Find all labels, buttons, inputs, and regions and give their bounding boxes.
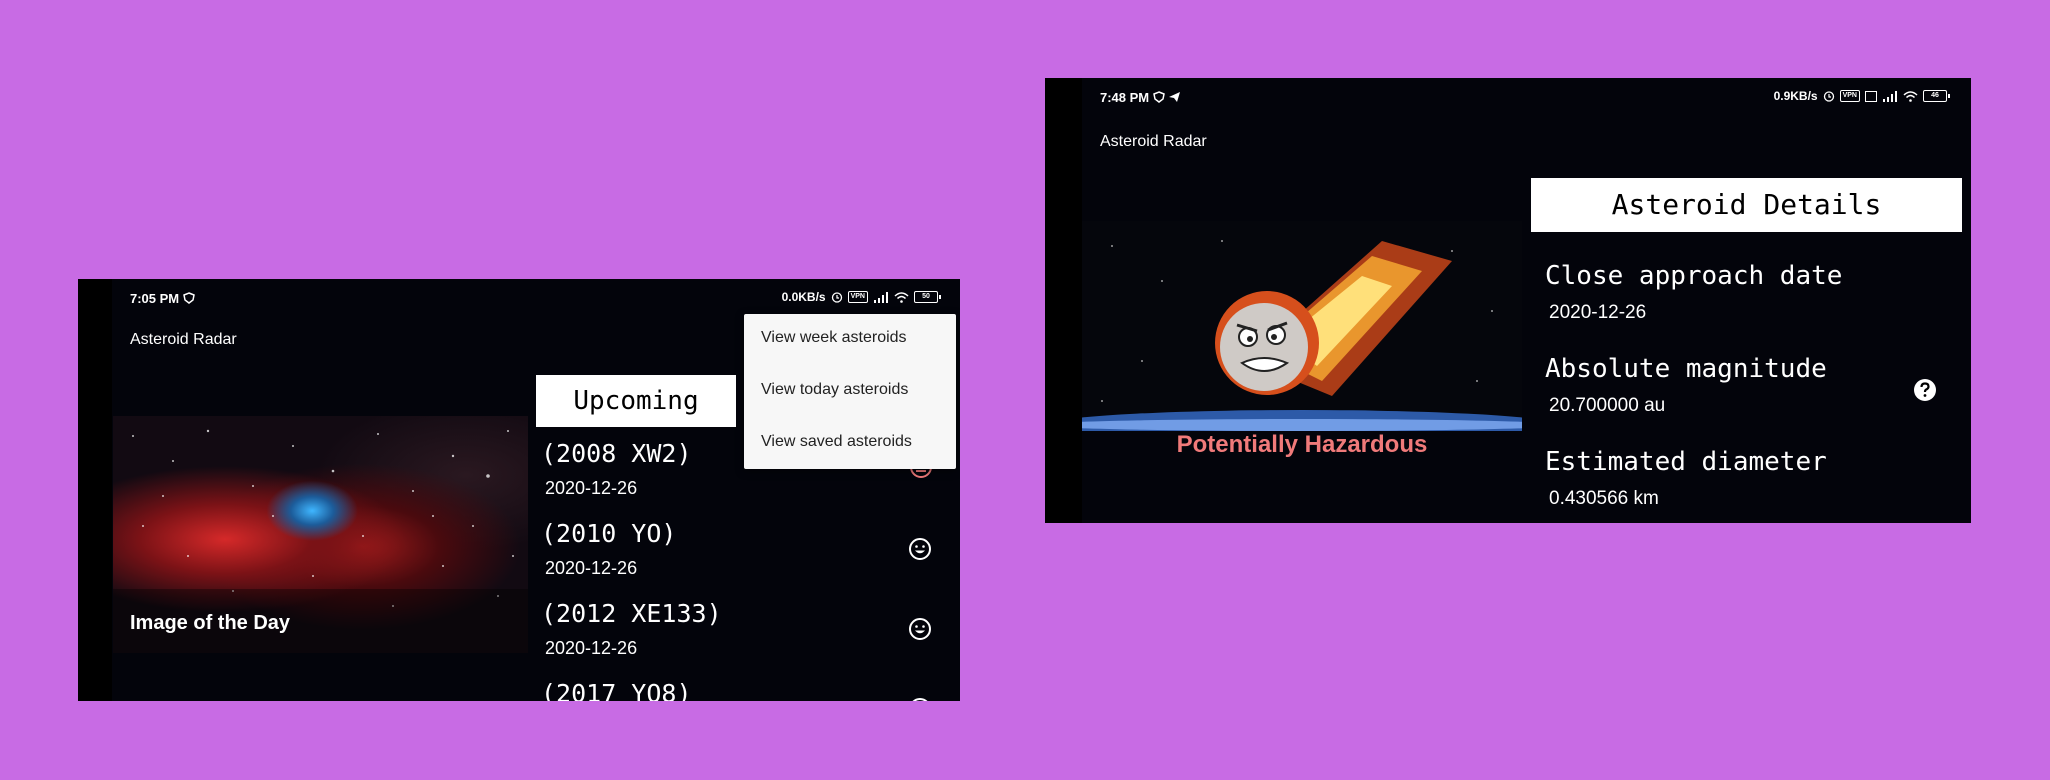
shield-icon <box>182 292 195 304</box>
signal-icon <box>1883 90 1897 102</box>
vpn-badge: VPN <box>1839 90 1860 102</box>
details-header: Asteroid Details <box>1531 178 1962 232</box>
menu-item-view-today[interactable]: View today asteroids <box>761 381 908 399</box>
overflow-menu: View week asteroids View today asteroids… <box>744 314 956 469</box>
status-time: 7:48 PM <box>1100 90 1181 105</box>
help-icon[interactable] <box>1913 378 1937 402</box>
smiley-face-icon <box>912 698 928 701</box>
navigation-strip <box>78 279 112 701</box>
shield-icon <box>1152 91 1165 103</box>
app-title: Asteroid Radar <box>130 331 237 348</box>
status-time: 7:05 PM <box>130 291 195 306</box>
menu-item-view-saved[interactable]: View saved asteroids <box>761 433 912 451</box>
smiley-face-icon <box>909 538 931 560</box>
hazard-label: Potentially Hazardous <box>1176 431 1428 458</box>
flaming-asteroid-illustration <box>1045 221 1562 506</box>
telegram-icon <box>1169 92 1181 102</box>
vpn-badge: VPN <box>847 291 868 303</box>
menu-item-view-week[interactable]: View week asteroids <box>761 329 907 347</box>
alarm-icon <box>831 292 842 303</box>
battery-icon: 46 <box>1923 90 1950 102</box>
app-title: Asteroid Radar <box>1100 133 1207 150</box>
detail-value: 2020-12-26 <box>1549 302 1647 323</box>
status-indicators: 0.9KB/s VPN 46 <box>1773 89 1950 103</box>
detail-label: Close approach date <box>1545 261 1843 291</box>
wifi-icon <box>1903 90 1918 102</box>
battery-icon: 50 <box>914 291 941 303</box>
asteroid-name: (2008 XW2) <box>541 439 692 468</box>
image-caption: Image of the Day <box>130 612 291 634</box>
list-header: Upcoming <box>536 375 736 427</box>
asteroid-list-screen: 7:05 PM 0.0KB/s VPN 50 Asteroid Radar Im… <box>78 279 960 701</box>
asteroid-name: (2010 YO) <box>541 519 677 548</box>
asteroid-details-screen: 7:48 PM 0.9KB/s VPN 46 Asteroid Radar Po… <box>1045 78 1971 523</box>
detail-label: Estimated diameter <box>1545 447 1827 477</box>
signal-icon <box>874 291 888 303</box>
navigation-strip <box>1045 78 1082 523</box>
hazard-image: Potentially Hazardous <box>1045 221 1562 506</box>
smiley-face-icon <box>909 618 931 640</box>
detail-label: Absolute magnitude <box>1545 354 1827 384</box>
alarm-icon <box>1823 91 1834 102</box>
approach-date: 2020-12-26 <box>545 638 638 658</box>
wifi-icon <box>894 291 909 303</box>
asteroid-name: (2012 XE133) <box>541 599 722 628</box>
hd-icon <box>1865 90 1877 102</box>
status-indicators: 0.0KB/s VPN 50 <box>781 290 941 304</box>
approach-date: 2020-12-26 <box>545 558 638 578</box>
approach-date: 2020-12-26 <box>545 478 638 498</box>
detail-value: 20.700000 au <box>1549 395 1666 416</box>
image-of-the-day[interactable]: Image of the Day <box>113 416 528 653</box>
detail-value: 0.430566 km <box>1549 488 1659 509</box>
asteroid-name: (2017 YO8) <box>541 679 692 701</box>
network-speed: 0.9KB/s <box>1773 89 1818 103</box>
network-speed: 0.0KB/s <box>781 290 826 304</box>
